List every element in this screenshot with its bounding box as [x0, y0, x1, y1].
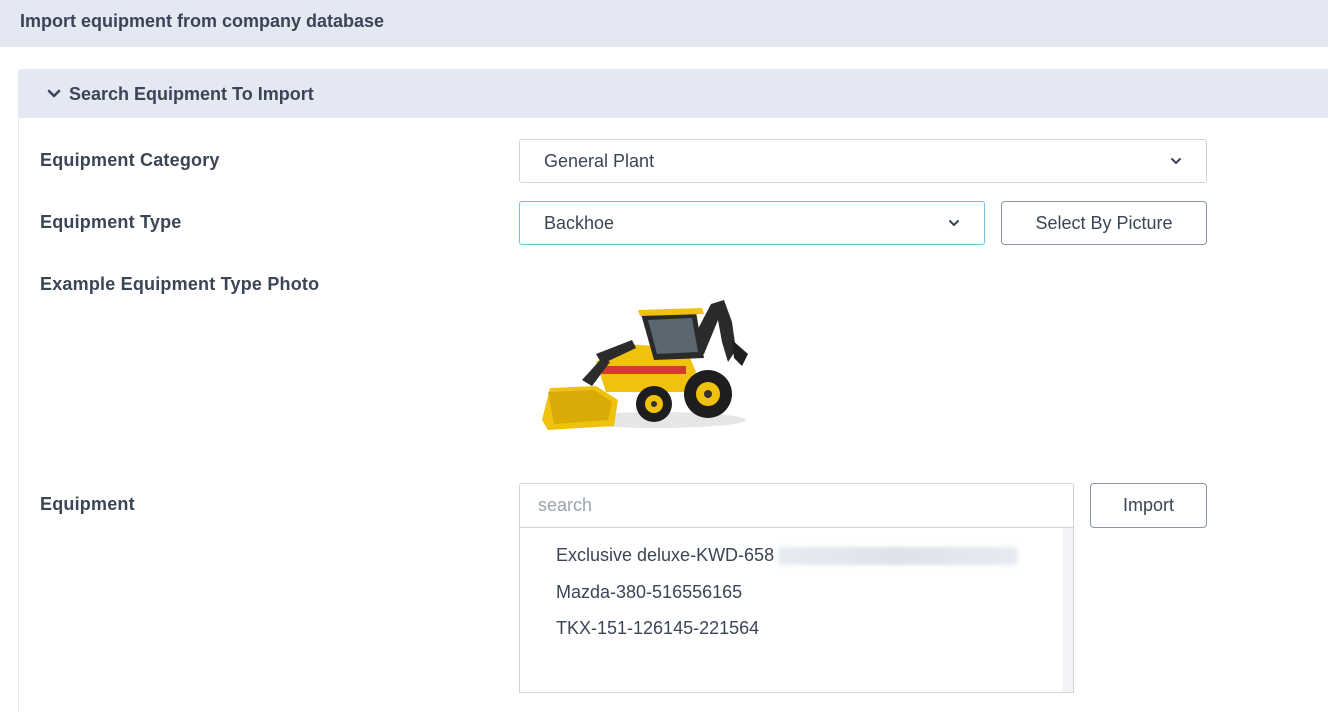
equipment-category-value: General Plant — [544, 150, 655, 171]
panel-toggle-header[interactable]: Search Equipment To Import — [19, 70, 1328, 118]
equipment-label: Equipment — [40, 494, 135, 514]
panel-title: Search Equipment To Import — [69, 83, 314, 104]
page-title: Import equipment from company database — [20, 11, 385, 31]
list-item[interactable]: Exclusive deluxe-KWD-658 — [556, 545, 1019, 566]
page-header: Import equipment from company database — [0, 0, 1328, 47]
import-button[interactable]: Import — [1090, 483, 1207, 528]
list-item-label: Mazda-380-516556165 — [556, 582, 743, 602]
backhoe-image — [542, 300, 748, 430]
redacted-text — [778, 547, 1019, 566]
example-photo-label: Example Equipment Type Photo — [40, 274, 320, 294]
equipment-type-select[interactable]: Backhoe — [519, 201, 985, 245]
equipment-listbox[interactable]: Exclusive deluxe-KWD-658 Mazda-380-51655… — [519, 528, 1074, 693]
equipment-category-label: Equipment Category — [40, 150, 220, 170]
equipment-category-select[interactable]: General Plant — [519, 139, 1207, 183]
chevron-down-icon — [949, 220, 959, 226]
list-item[interactable]: Mazda-380-516556165 — [556, 582, 742, 603]
list-item-label: Exclusive deluxe-KWD-658 — [556, 545, 775, 565]
list-item-label: TKX-151-126145-221564 — [556, 618, 760, 638]
chevron-down-icon — [47, 89, 61, 98]
listbox-scrollbar[interactable] — [1063, 528, 1073, 692]
select-by-picture-button[interactable]: Select By Picture — [1001, 201, 1207, 245]
chevron-down-icon — [1171, 158, 1181, 164]
equipment-type-value: Backhoe — [544, 212, 615, 233]
list-item[interactable]: TKX-151-126145-221564 — [556, 618, 759, 639]
equipment-type-label: Equipment Type — [40, 212, 182, 232]
equipment-search-input[interactable] — [519, 483, 1074, 528]
